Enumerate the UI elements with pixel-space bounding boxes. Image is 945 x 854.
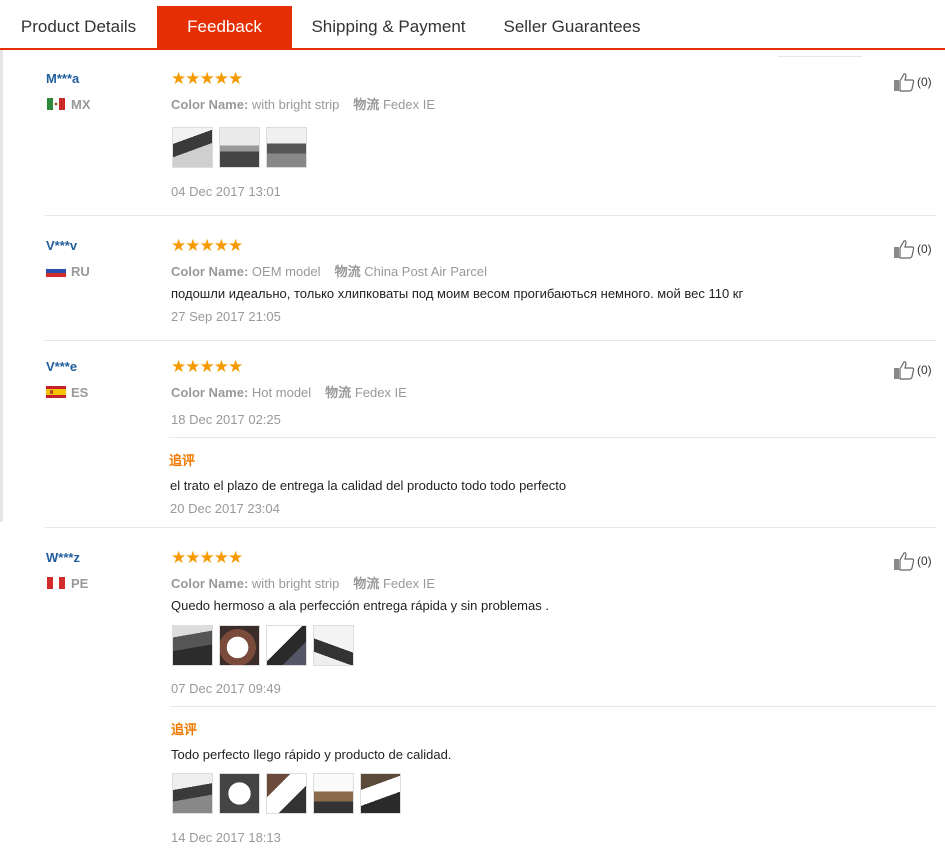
review-date: 18 Dec 2017 02:25 bbox=[171, 412, 281, 427]
tab-feedback[interactable]: Feedback bbox=[157, 6, 292, 49]
tab-seller-guarantees[interactable]: Seller Guarantees bbox=[485, 6, 659, 48]
review-photo[interactable] bbox=[172, 773, 213, 814]
russia-flag-icon bbox=[46, 265, 66, 277]
reviewer-country: RU bbox=[46, 264, 90, 279]
review-photo[interactable] bbox=[219, 127, 260, 168]
thumbs-up-icon bbox=[894, 240, 915, 259]
review-divider bbox=[45, 527, 936, 528]
reviewer-name[interactable]: V***v bbox=[46, 238, 77, 253]
reviewer-name[interactable]: M***a bbox=[46, 71, 79, 86]
left-border bbox=[0, 48, 3, 522]
country-code: MX bbox=[71, 97, 91, 112]
color-name-value: OEM model bbox=[251, 264, 321, 279]
review-photo[interactable] bbox=[266, 625, 307, 666]
review-attributes: Color Name: Hot model 物流 Fedex IE bbox=[171, 382, 407, 401]
review-photo[interactable] bbox=[219, 625, 260, 666]
color-name-value: with bright strip bbox=[251, 576, 340, 591]
star-rating: ★★★★★ bbox=[171, 548, 243, 567]
review-divider bbox=[45, 340, 936, 341]
followup-label: 追评 bbox=[171, 722, 198, 737]
followup-divider bbox=[169, 437, 936, 438]
review-attributes: Color Name: with bright strip 物流 Fedex IE bbox=[171, 573, 435, 592]
review-date: 04 Dec 2017 13:01 bbox=[171, 184, 281, 199]
followup-photos bbox=[172, 773, 401, 814]
shipping-key: 物流 bbox=[325, 385, 352, 400]
shipping-key: 物流 bbox=[353, 576, 380, 591]
shipping-value: Fedex IE bbox=[382, 97, 436, 112]
helpful-button[interactable]: (0) bbox=[893, 551, 932, 571]
followup-date: 20 Dec 2017 23:04 bbox=[170, 501, 280, 516]
review-date: 27 Sep 2017 21:05 bbox=[171, 309, 281, 324]
reviewer-country: ES bbox=[46, 385, 88, 400]
country-code: ES bbox=[71, 385, 89, 400]
review-photo[interactable] bbox=[313, 773, 354, 814]
review-divider bbox=[45, 215, 936, 216]
reviewer-country: PE bbox=[46, 576, 88, 591]
color-name-key: Color Name: bbox=[171, 385, 249, 400]
mexico-flag-icon bbox=[47, 98, 65, 110]
thumbs-up-icon bbox=[894, 361, 915, 380]
followup-date: 14 Dec 2017 18:13 bbox=[171, 830, 281, 845]
review-photo[interactable] bbox=[219, 773, 260, 814]
followup-text: Todo perfecto llego rápido y producto de… bbox=[171, 747, 452, 762]
color-name-key: Color Name: bbox=[171, 97, 249, 112]
review-photo[interactable] bbox=[172, 625, 213, 666]
shipping-value: Fedex IE bbox=[382, 576, 436, 591]
review-attributes: Color Name: OEM model 物流 China Post Air P… bbox=[171, 261, 487, 280]
reviewer-country: MX bbox=[46, 97, 91, 112]
star-rating: ★★★★★ bbox=[171, 357, 243, 376]
review-photos bbox=[172, 625, 354, 666]
thumbs-up-icon bbox=[894, 73, 915, 92]
followup-divider bbox=[170, 706, 936, 707]
review-photo[interactable] bbox=[172, 127, 213, 168]
star-rating: ★★★★★ bbox=[171, 69, 243, 88]
review-photo[interactable] bbox=[266, 773, 307, 814]
shipping-value: China Post Air Parcel bbox=[364, 264, 488, 279]
shipping-key: 物流 bbox=[334, 264, 361, 279]
divider bbox=[778, 56, 862, 57]
review-attributes: Color Name: with bright strip 物流 Fedex IE bbox=[171, 94, 435, 113]
color-name-value: Hot model bbox=[251, 385, 312, 400]
review-text: Quedo hermoso a ala perfección entrega r… bbox=[171, 598, 549, 613]
thumbs-up-icon bbox=[894, 552, 915, 571]
star-rating: ★★★★★ bbox=[171, 236, 243, 255]
tab-product-details[interactable]: Product Details bbox=[0, 6, 157, 48]
color-name-key: Color Name: bbox=[171, 264, 249, 279]
shipping-value: Fedex IE bbox=[354, 385, 407, 400]
tab-bar: Product Details Feedback Shipping & Paym… bbox=[0, 6, 945, 50]
helpful-count: (0) bbox=[917, 75, 932, 89]
helpful-count: (0) bbox=[917, 363, 932, 377]
review-photo[interactable] bbox=[266, 127, 307, 168]
peru-flag-icon bbox=[47, 577, 65, 589]
reviewer-name[interactable]: W***z bbox=[46, 550, 80, 565]
spain-flag-icon bbox=[46, 386, 66, 398]
review-date: 07 Dec 2017 09:49 bbox=[171, 681, 281, 696]
country-code: PE bbox=[71, 576, 89, 591]
helpful-count: (0) bbox=[917, 242, 932, 256]
shipping-key: 物流 bbox=[353, 97, 380, 112]
followup-label: 追评 bbox=[169, 453, 196, 468]
helpful-button[interactable]: (0) bbox=[893, 72, 932, 92]
country-code: RU bbox=[71, 264, 90, 279]
helpful-count: (0) bbox=[917, 554, 932, 568]
color-name-value: with bright strip bbox=[251, 97, 340, 112]
review-photos bbox=[172, 127, 307, 168]
reviewer-name[interactable]: V***e bbox=[46, 359, 77, 374]
review-text: подошли идеально, только хлипковаты под … bbox=[171, 286, 744, 301]
helpful-button[interactable]: (0) bbox=[893, 239, 932, 259]
color-name-key: Color Name: bbox=[171, 576, 249, 591]
review-photo[interactable] bbox=[360, 773, 401, 814]
helpful-button[interactable]: (0) bbox=[893, 360, 932, 380]
followup-text: el trato el plazo de entrega la calidad … bbox=[170, 478, 567, 493]
tab-shipping-payment[interactable]: Shipping & Payment bbox=[292, 6, 485, 48]
review-photo[interactable] bbox=[313, 625, 354, 666]
